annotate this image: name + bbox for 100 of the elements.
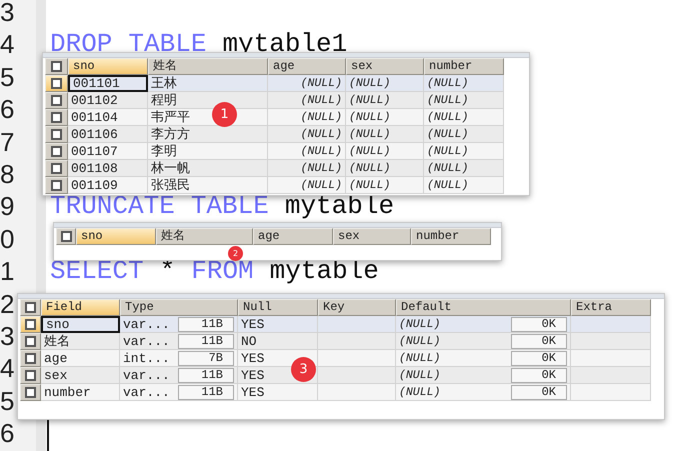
table-cell: (NULL) [346,109,424,126]
table-cell: (NULL) [346,160,424,177]
table-cell: 001102 [68,92,148,109]
row-checkbox[interactable] [25,319,36,330]
table-cell: var... 11B [120,384,238,401]
column-header[interactable]: age [268,58,346,75]
table-cell: 张强民 [148,177,268,194]
size-field: 0K [511,350,567,366]
table-cell: var... 11B [120,316,238,333]
size-field: 7B [178,350,234,366]
table-cell: 程明 [148,92,268,109]
column-header[interactable]: Field [41,299,120,316]
table-cell: (NULL) [424,92,504,109]
table-cell: 李方方 [148,126,268,143]
table-cell: (NULL) [268,75,346,92]
table-cell: (NULL) [346,92,424,109]
row-checkbox[interactable] [51,95,62,106]
table-cell: (NULL) [424,143,504,160]
size-field: 11B [178,334,234,348]
table-cell: NO [238,333,318,350]
size-field: 0K [511,334,567,348]
table-cell: 001106 [68,126,148,143]
table-cell: (NULL) 0K [396,367,571,384]
row-checkbox[interactable] [51,78,62,89]
table-cell: 林一帆 [148,160,268,177]
table-cell: YES [238,384,318,401]
table-cell: (NULL) [346,75,424,92]
column-header[interactable]: Default [396,299,571,316]
table-cell: (NULL) [424,109,504,126]
row-checkbox[interactable] [51,112,62,123]
table-cell: age [41,350,120,367]
line-number: 6 [0,93,15,126]
column-header[interactable]: sno [76,228,156,245]
table-cell: 001108 [68,160,148,177]
size-field: 0K [511,368,567,382]
table-cell: (NULL) [268,160,346,177]
table-cell: sno [41,316,120,333]
column-header[interactable]: 姓名 [148,58,268,75]
column-header[interactable]: Extra [571,299,651,316]
sql-keyword: TABLE [128,28,206,60]
table-cell: (NULL) [424,75,504,92]
table-cell: (NULL) [424,126,504,143]
line-number: 4 [0,352,15,385]
table-cell: 001101 [68,75,148,92]
table-cell: 姓名 [41,333,120,350]
table-cell: (NULL) [268,143,346,160]
table-cell: (NULL) 0K [396,384,571,401]
size-field: 11B [178,316,234,332]
table-cell: (NULL) 0K [396,350,571,367]
table-cell: (NULL) [268,92,346,109]
column-header[interactable]: sex [333,228,411,245]
table-cell: (NULL) [268,126,346,143]
row-checkbox[interactable] [25,370,36,381]
line-number: 6 [0,417,15,450]
row-checkbox[interactable] [25,353,36,364]
table-cell: (NULL) 0K [396,316,571,333]
row-checkbox[interactable] [25,387,36,398]
column-header[interactable]: number [411,228,491,245]
line-number: 2 [0,288,15,320]
line-number: 9 [0,190,15,223]
sql-identifier: mytable [270,255,379,288]
select-all-checkbox[interactable] [60,231,72,242]
line-number: 7 [0,126,15,158]
column-header[interactable]: Key [318,299,396,316]
column-header[interactable]: sno [68,58,148,75]
line-number: 8 [0,158,15,190]
table-cell: (NULL) [346,143,424,160]
table-cell: YES [238,316,318,333]
line-number: 5 [0,384,15,418]
select-all-checkbox[interactable] [25,302,36,313]
row-checkbox[interactable] [25,336,36,347]
column-header[interactable]: Type [120,299,238,316]
table-cell: 001104 [68,109,148,126]
line-number: 1 [0,255,15,288]
table-cell: 李明 [148,143,268,160]
table-cell: (NULL) [424,177,504,194]
row-checkbox[interactable] [51,146,62,157]
select-all-checkbox[interactable] [51,61,62,72]
table-cell: 001109 [68,177,148,194]
table-cell: (NULL) 0K [396,333,571,350]
column-header[interactable]: sex [346,58,424,75]
table-cell: (NULL) [268,177,346,194]
size-field: 11B [178,368,234,382]
column-header[interactable]: number [424,58,504,75]
table-cell: var... 11B [120,333,238,350]
column-header[interactable]: 姓名 [156,228,253,245]
table-cell: int... 7B [120,350,238,367]
row-checkbox[interactable] [51,129,62,140]
column-header[interactable]: age [253,228,333,245]
sql-identifier: mytable1 [222,28,348,61]
table-cell: var... 11B [120,367,238,384]
line-number: 3 [0,0,15,28]
size-field: 11B [178,384,234,400]
row-checkbox[interactable] [51,180,62,191]
sql-keyword: DROP [50,28,112,61]
row-checkbox[interactable] [51,163,62,174]
line-number: 0 [0,222,15,256]
table-cell: 王林 [148,75,268,92]
column-header[interactable]: Null [238,299,318,316]
table-cell: (NULL) [268,109,346,126]
